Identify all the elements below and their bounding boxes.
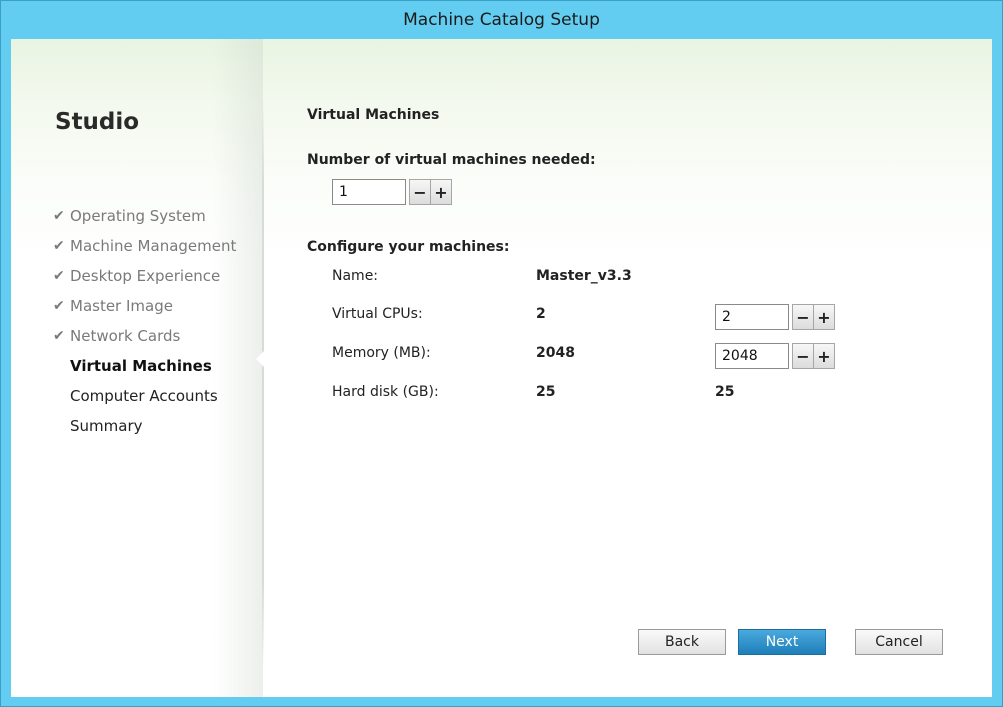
memory-increment-button[interactable]: + (813, 344, 834, 368)
step-desktop-experience: ✔ Desktop Experience (53, 261, 236, 291)
step-label: Computer Accounts (70, 387, 218, 405)
step-label: Network Cards (70, 327, 181, 345)
disk-label: Hard disk (GB): (332, 384, 439, 400)
cpus-label: Virtual CPUs: (332, 306, 423, 322)
vm-count-increment-button[interactable]: + (430, 180, 451, 204)
wizard-client-area: Studio ✔ Operating System ✔ Machine Mana… (11, 39, 992, 697)
next-button[interactable]: Next (738, 629, 826, 655)
memory-value: 2048 (536, 345, 575, 361)
vm-count-decrement-button[interactable]: − (410, 180, 430, 204)
step-summary: Summary (53, 411, 236, 441)
cpus-input[interactable]: 2 (715, 304, 789, 330)
main-content: Virtual Machines Number of virtual machi… (307, 39, 967, 697)
step-label: Desktop Experience (70, 267, 221, 285)
name-label: Name: (332, 268, 379, 284)
cancel-button[interactable]: Cancel (855, 629, 943, 655)
disk-configured-value: 25 (715, 384, 735, 400)
checkmark-icon: ✔ (53, 268, 65, 284)
checkmark-icon: ✔ (53, 238, 65, 254)
disk-value: 25 (536, 384, 556, 400)
cpus-value: 2 (536, 306, 546, 322)
step-label: Virtual Machines (70, 357, 212, 375)
memory-decrement-button[interactable]: − (793, 344, 813, 368)
vm-count-stepper: 1 − + (332, 179, 452, 205)
checkmark-icon: ✔ (53, 208, 65, 224)
configure-title: Configure your machines: (307, 239, 510, 255)
memory-input[interactable]: 2048 (715, 343, 789, 369)
checkmark-icon: ✔ (53, 298, 65, 314)
back-button[interactable]: Back (638, 629, 726, 655)
step-label: Summary (70, 417, 143, 435)
step-machine-management: ✔ Machine Management (53, 231, 236, 261)
memory-stepper: 2048 − + (715, 343, 835, 369)
step-operating-system: ✔ Operating System (53, 201, 236, 231)
machine-catalog-setup-window: Machine Catalog Setup Studio ✔ Operating… (0, 0, 1003, 707)
studio-title: Studio (55, 109, 140, 135)
cpus-stepper: 2 − + (715, 304, 835, 330)
section-title: Virtual Machines (307, 107, 440, 123)
sidebar-divider (262, 99, 264, 669)
step-master-image: ✔ Master Image (53, 291, 236, 321)
checkmark-icon: ✔ (53, 328, 65, 344)
vm-count-buttons: − + (409, 179, 452, 205)
window-title: Machine Catalog Setup (403, 10, 600, 30)
memory-label: Memory (MB): (332, 345, 431, 361)
step-label: Operating System (70, 207, 206, 225)
memory-buttons: − + (792, 343, 835, 369)
vm-count-input[interactable]: 1 (332, 179, 406, 205)
vm-count-label: Number of virtual machines needed: (307, 152, 596, 168)
step-virtual-machines: Virtual Machines (53, 351, 236, 381)
name-value: Master_v3.3 (536, 268, 632, 284)
cpus-buttons: − + (792, 304, 835, 330)
step-network-cards: ✔ Network Cards (53, 321, 236, 351)
step-label: Master Image (70, 297, 173, 315)
cpus-decrement-button[interactable]: − (793, 305, 813, 329)
cpus-increment-button[interactable]: + (813, 305, 834, 329)
current-step-notch (256, 351, 264, 367)
step-computer-accounts: Computer Accounts (53, 381, 236, 411)
wizard-steps-list: ✔ Operating System ✔ Machine Management … (53, 201, 236, 441)
step-label: Machine Management (70, 237, 237, 255)
